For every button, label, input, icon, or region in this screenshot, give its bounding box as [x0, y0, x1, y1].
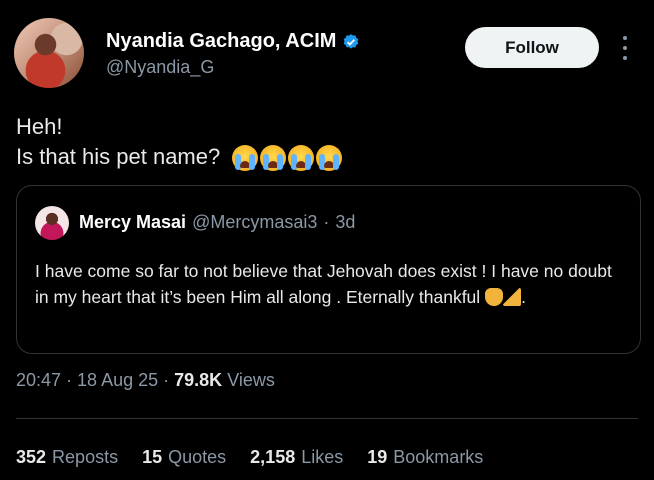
crying-emoji-group [232, 145, 343, 172]
loudly-crying-face-icon [316, 145, 343, 172]
stat-count: 19 [367, 447, 388, 467]
quoted-tweet-period: . [521, 287, 526, 307]
quoted-separator: · [323, 212, 330, 232]
bookmarks-stat[interactable]: 19 Bookmarks [367, 447, 483, 468]
meta-separator: · [163, 370, 170, 390]
tweet-text: Heh! Is that his pet name? [16, 112, 343, 172]
tweet-time[interactable]: 20:47 [16, 370, 61, 391]
meta-separator: · [66, 370, 73, 390]
author-avatar[interactable] [14, 18, 84, 88]
stat-count: 352 [16, 447, 47, 467]
stat-label: Reposts [52, 447, 119, 467]
more-options-icon[interactable] [620, 36, 630, 60]
follow-button[interactable]: Follow [465, 27, 599, 68]
views-count: 79.8K [174, 370, 223, 390]
author-name-row[interactable]: Nyandia Gachago, ACIM [106, 30, 360, 53]
quoted-tweet-header: Mercy Masai @Mercymasai3 · 3d [79, 212, 355, 233]
likes-stat[interactable]: 2,158 Likes [250, 447, 343, 468]
quoted-timestamp[interactable]: 3d [335, 212, 355, 233]
reposts-stat[interactable]: 352 Reposts [16, 447, 118, 468]
quoted-author-handle[interactable]: @Mercymasai3 [192, 212, 317, 233]
views-label: Views [227, 370, 275, 390]
loudly-crying-face-icon [288, 145, 315, 172]
folded-hands-emoji-icon [503, 288, 522, 306]
stat-label: Likes [301, 447, 344, 467]
loudly-crying-face-icon [232, 145, 259, 172]
tweet-line-2: Is that his pet name? [16, 142, 343, 172]
tweet-line-1: Heh! [16, 114, 63, 139]
quoted-author-name[interactable]: Mercy Masai [79, 212, 186, 233]
engagement-stats: 352 Reposts 15 Quotes 2,158 Likes 19 Boo… [16, 447, 483, 468]
quotes-stat[interactable]: 15 Quotes [142, 447, 226, 468]
divider [16, 418, 638, 419]
author-handle[interactable]: @Nyandia_G [106, 57, 214, 78]
author-display-name[interactable]: Nyandia Gachago, ACIM [106, 30, 336, 53]
stat-count: 15 [142, 447, 163, 467]
verified-badge-icon [344, 33, 359, 49]
stat-count: 2,158 [250, 447, 296, 467]
tweet-line-2-text: Is that his pet name? [16, 144, 221, 169]
open-hands-emoji-icon [485, 288, 504, 306]
stat-label: Bookmarks [393, 447, 484, 467]
tweet-date[interactable]: 18 Aug 25 [77, 370, 158, 391]
stat-label: Quotes [168, 447, 227, 467]
quoted-tweet-card[interactable]: Mercy Masai @Mercymasai3 · 3d I have com… [16, 185, 641, 354]
tweet-meta: 20:47 · 18 Aug 25 · 79.8K Views [16, 370, 275, 391]
quoted-tweet-text: I have come so far to not believe that J… [35, 258, 630, 310]
quoted-author-avatar[interactable] [35, 206, 69, 240]
loudly-crying-face-icon [260, 145, 287, 172]
